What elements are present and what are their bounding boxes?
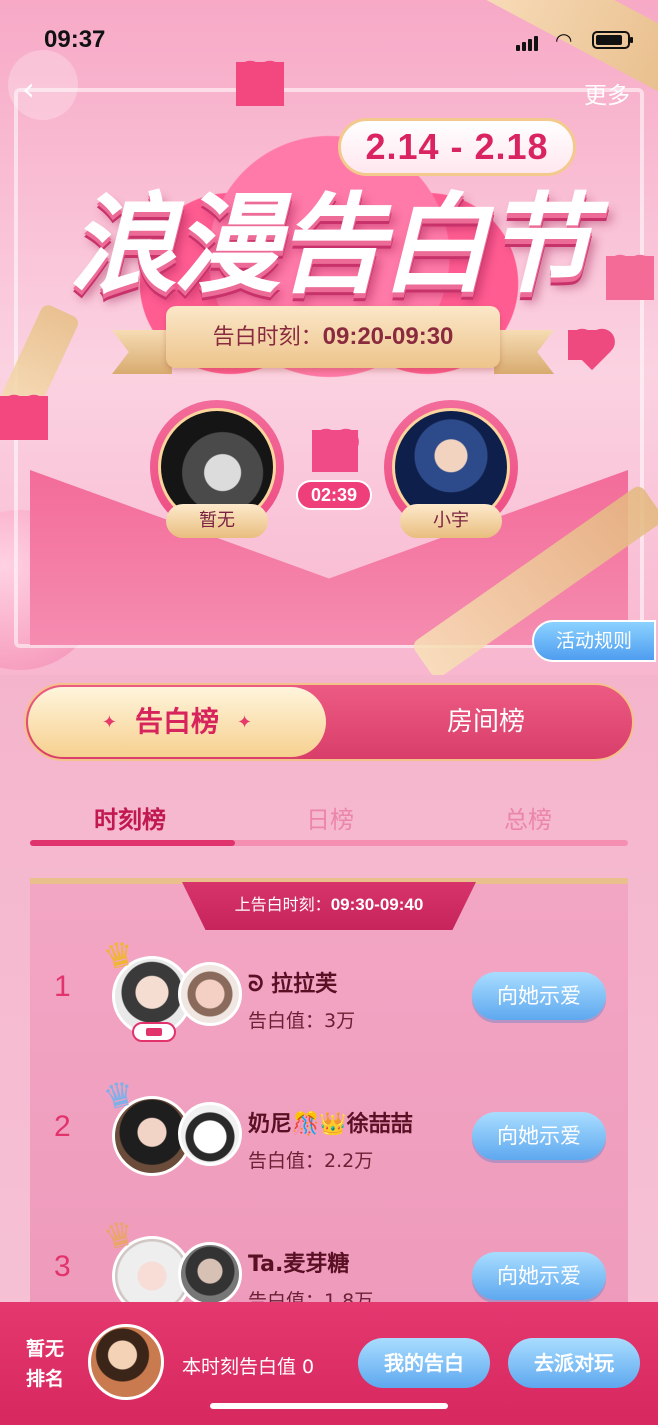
tab-moment-board[interactable]: 时刻榜 (30, 800, 230, 835)
status-time: 09:37 (44, 26, 106, 53)
show-love-button[interactable]: 向她示爱 (472, 1112, 606, 1160)
confess-time-value: 09:20-09:30 (322, 323, 454, 350)
confess-value: 告白值：3万 (248, 1010, 356, 1032)
badge-value: 09:30-09:40 (330, 895, 424, 914)
go-party-button[interactable]: 去派对玩 (508, 1338, 640, 1388)
ranking-panel: 上告白时刻：09:30-09:40 1 ♛ ᘐ 拉拉芙 告白值：3万 向她示爱 … (30, 878, 628, 1322)
status-bar: 09:37 ◠ (0, 0, 658, 80)
badge-label: 上告白时刻： (234, 895, 331, 914)
tab-total-board[interactable]: 总榜 (428, 800, 628, 835)
confess-value: 告白值：2.2万 (248, 1150, 374, 1172)
list-item: 1 ♛ ᘐ 拉拉芙 告白值：3万 向她示爱 (30, 932, 628, 1046)
tab-indicator-track (30, 840, 628, 846)
avatar[interactable] (178, 962, 242, 1026)
my-confess-value: 本时刻告白值 0 (182, 1356, 315, 1378)
battery-icon (592, 31, 633, 49)
rank-number: 1 (54, 970, 71, 1003)
crown-icon: ♛ (99, 1212, 139, 1260)
tab-daily-board[interactable]: 日榜 (230, 800, 430, 835)
avatar[interactable] (178, 1102, 242, 1166)
back-button[interactable]: ‹ (22, 73, 52, 108)
tab-label: 告白榜 (134, 705, 219, 738)
rank-number: 2 (54, 1110, 71, 1143)
user-name: Ta.麦芽糖 (248, 1252, 350, 1277)
more-button[interactable]: 更多 (584, 76, 630, 110)
crown-icon: ♛ (99, 932, 139, 980)
heart-icon (0, 396, 48, 440)
my-rank-text: 暂无排名 (26, 1338, 65, 1390)
main-tabs: ✦ 告白榜 ✦ 房间榜 (24, 683, 634, 761)
confess-time-label: 告白时刻： (212, 325, 323, 350)
crown-icon: ♛ (99, 1072, 139, 1120)
wifi-icon: ◠ (555, 28, 573, 52)
confess-time-ribbon: 告白时刻：09:20-09:30 (166, 306, 500, 368)
cellular-signal-icon (516, 32, 540, 51)
home-indicator (210, 1403, 448, 1409)
right-user-name: 小宇 (400, 504, 502, 538)
heart-icon (312, 430, 358, 472)
left-user-avatar[interactable]: 暂无 (150, 400, 284, 538)
previous-time-badge: 上告白时刻：09:30-09:40 (182, 882, 476, 930)
user-name: ᘐ 拉拉芙 (248, 972, 338, 997)
chevron-left-icon: ‹ (22, 70, 35, 108)
rank-number: 3 (54, 1250, 71, 1283)
show-love-button[interactable]: 向她示爱 (472, 1252, 606, 1300)
my-confess-button[interactable]: 我的告白 (358, 1338, 490, 1388)
sub-tabs: 时刻榜 日榜 总榜 (30, 800, 628, 850)
tab-indicator (30, 840, 235, 846)
show-love-button[interactable]: 向她示爱 (472, 972, 606, 1020)
avatar[interactable] (88, 1324, 164, 1400)
heart-icon (568, 330, 602, 360)
hero-banner: 2.14 - 2.18 浪漫告白节 告白时刻：09:20-09:30 暂无 02… (0, 0, 658, 675)
avatar[interactable] (178, 1242, 242, 1306)
right-user-avatar[interactable]: 小宇 (384, 400, 518, 538)
list-item: 2 ♛ 奶尼🎊👑徐喆喆 告白值：2.2万 向她示爱 (30, 1072, 628, 1186)
user-name: 奶尼🎊👑徐喆喆 (248, 1112, 413, 1137)
tab-confess-board[interactable]: ✦ 告白榜 ✦ (28, 687, 326, 757)
tab-room-board[interactable]: 房间榜 (346, 687, 626, 757)
left-user-name: 暂无 (166, 504, 268, 538)
event-title: 浪漫告白节 (68, 183, 593, 308)
countdown-timer: 02:39 (296, 480, 372, 510)
level-badge (132, 1022, 176, 1042)
sparkle-icon: ✦ (237, 712, 253, 733)
sparkle-icon: ✦ (101, 712, 117, 733)
activity-rules-button[interactable]: 活动规则 (532, 620, 656, 662)
